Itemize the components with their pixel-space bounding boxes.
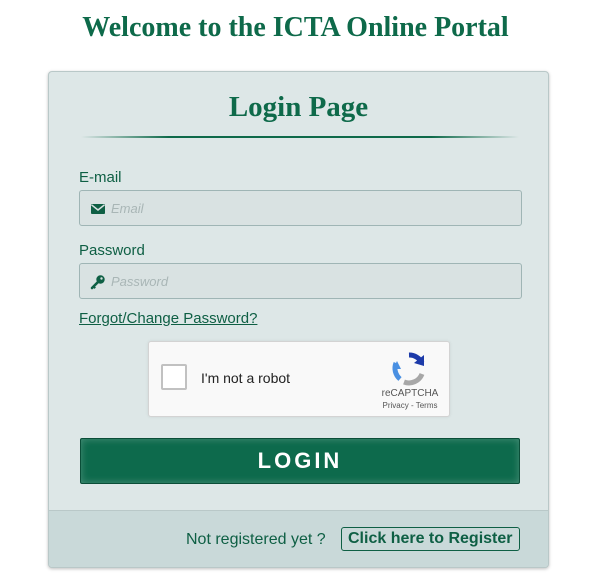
password-field-wrapper	[79, 263, 522, 299]
email-label: E-mail	[79, 169, 122, 186]
register-button[interactable]: Click here to Register	[341, 527, 520, 551]
forgot-password-link[interactable]: Forgot/Change Password?	[79, 310, 257, 327]
password-input[interactable]	[111, 264, 511, 298]
title-divider	[81, 136, 519, 138]
not-registered-text: Not registered yet ?	[186, 531, 326, 548]
email-field-wrapper	[79, 190, 522, 226]
login-button[interactable]: LOGIN	[80, 438, 520, 484]
recaptcha-terms-link[interactable]: Privacy - Terms	[363, 401, 457, 410]
password-label: Password	[79, 242, 145, 259]
page-title: Welcome to the ICTA Online Portal	[82, 12, 509, 43]
recaptcha-label: I'm not a robot	[201, 370, 291, 386]
key-icon	[90, 274, 106, 290]
envelope-icon	[90, 201, 106, 217]
login-card: Login Page E-mail Password Forgot/Change…	[48, 71, 549, 568]
recaptcha-icon	[391, 351, 427, 387]
email-input[interactable]	[111, 191, 511, 225]
recaptcha-checkbox[interactable]	[161, 364, 187, 390]
card-footer: Not registered yet ? Click here to Regis…	[49, 510, 548, 567]
recaptcha-widget: I'm not a robot reCAPTCHA Privacy - Term…	[148, 341, 450, 417]
recaptcha-brand: reCAPTCHA	[381, 388, 439, 399]
login-card-title: Login Page	[228, 91, 369, 123]
